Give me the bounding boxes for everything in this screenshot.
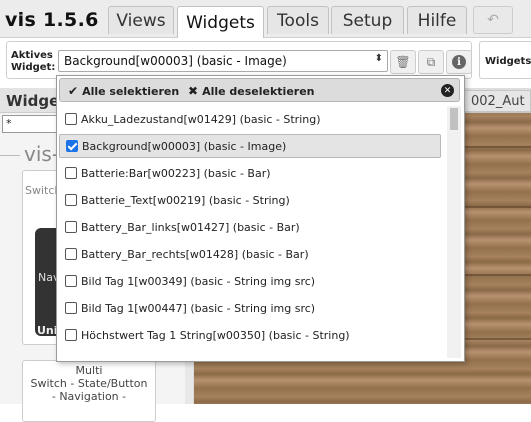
widget-preview-multi[interactable]: Multi Switch - State/Button - Navigation… (22, 360, 156, 422)
dropdown-header: ✔ Alle selektieren ✖ Alle deselektieren … (59, 78, 460, 102)
widget-preview-uni-text: Uni (37, 324, 58, 337)
delete-widget-button[interactable]: 🗑 (390, 50, 416, 74)
active-widget-select[interactable]: Background[w00003] (basic - Image) ⬍ (58, 50, 388, 72)
dropdown-scrollbar[interactable] (447, 106, 461, 358)
section-divider (0, 155, 20, 156)
dropdown-scroll-thumb[interactable] (450, 108, 458, 130)
tab-tools[interactable]: Tools (267, 6, 329, 34)
item-checkbox[interactable] (65, 329, 77, 341)
undo-icon: ↶ (487, 12, 499, 28)
dropdown-item[interactable]: Höchstwert Tag 1 String[w00350] (basic -… (59, 323, 441, 347)
dropdown-item[interactable]: Battery_Bar_links[w01427] (basic - Bar) (59, 215, 441, 239)
item-checkbox[interactable] (66, 140, 78, 152)
widget-preview-title: Multi (75, 364, 103, 377)
info-icon: i (452, 55, 466, 69)
palette-title: Widge (6, 92, 60, 110)
x-icon: ✖ (188, 84, 199, 98)
tab-views[interactable]: Views (108, 6, 174, 34)
top-menu-bar: vis 1.5.6 Views Widgets Tools Setup Hilf… (0, 0, 531, 38)
active-widget-label: Aktives Widget: (11, 50, 56, 73)
tab-widgets[interactable]: Widgets (177, 6, 264, 38)
widget-preview-subtitle: Switch - State/Button (30, 377, 148, 390)
select-arrows-icon: ⬍ (374, 53, 383, 64)
item-label: Akku_Ladezustand[w01429] (basic - String… (81, 112, 321, 126)
copy-widget-button[interactable]: ⧉ (418, 50, 444, 74)
item-checkbox[interactable] (65, 275, 77, 287)
item-checkbox[interactable] (65, 113, 77, 125)
item-label: Höchstwert Tag 1 String[w00350] (basic -… (81, 328, 350, 342)
dropdown-item[interactable]: Batterie:Bar[w00223] (basic - Bar) (59, 161, 441, 185)
dropdown-item[interactable]: Battery_Bar_rechts[w01428] (basic - Bar) (59, 242, 441, 266)
item-checkbox[interactable] (65, 194, 77, 206)
copy-icon: ⧉ (426, 54, 436, 69)
select-all-button[interactable]: ✔ Alle selektieren (68, 84, 179, 98)
widgets-group-box: Widgets (479, 41, 531, 79)
deselect-all-label: Alle deselektieren (202, 84, 315, 98)
widget-info-button[interactable]: i (446, 50, 472, 74)
trash-icon: 🗑 (395, 55, 411, 69)
check-icon: ✔ (68, 84, 79, 98)
active-widget-value: Background[w00003] (basic - Image) (64, 54, 287, 68)
undo-button[interactable]: ↶ (473, 6, 513, 34)
item-label: Background[w00003] (basic - Image) (82, 139, 287, 153)
dropdown-item[interactable]: Background[w00003] (basic - Image) (59, 134, 441, 158)
item-label: Batterie:Bar[w00223] (basic - Bar) (81, 166, 271, 180)
dropdown-item[interactable]: Bild Tag 1[w00349] (basic - String img s… (59, 269, 441, 293)
select-all-label: Alle selektieren (82, 84, 180, 98)
item-label: Bild Tag 1[w00447] (basic - String img s… (81, 301, 316, 315)
dropdown-item[interactable]: Akku_Ladezustand[w01429] (basic - String… (59, 107, 441, 131)
item-label: Battery_Bar_links[w01427] (basic - Bar) (81, 220, 300, 234)
dropdown-list: Akku_Ladezustand[w01429] (basic - String… (59, 106, 445, 358)
deselect-all-button[interactable]: ✖ Alle deselektieren (188, 84, 315, 98)
tab-hilfe[interactable]: Hilfe (407, 6, 467, 34)
dropdown-item[interactable]: Bild Tag 1[w00447] (basic - String img s… (59, 296, 441, 320)
palette-section-title: vis- (24, 142, 60, 166)
widget-multiselect-dropdown: ✔ Alle selektieren ✖ Alle deselektieren … (56, 75, 465, 362)
item-checkbox[interactable] (65, 248, 77, 260)
close-icon[interactable]: ✕ (441, 84, 454, 97)
active-widget-group: Aktives Widget: Background[w00003] (basi… (6, 41, 472, 79)
view-tab[interactable]: 002_Aut (464, 90, 531, 112)
widget-preview-subtitle-2: - Navigation - (51, 390, 127, 403)
app-title: vis 1.5.6 (5, 9, 99, 31)
item-checkbox[interactable] (65, 302, 77, 314)
dropdown-item[interactable]: Batterie_Text[w00219] (basic - String) (59, 188, 441, 212)
item-checkbox[interactable] (65, 167, 77, 179)
tab-setup[interactable]: Setup (331, 6, 404, 34)
item-label: Bild Tag 1[w00349] (basic - String img s… (81, 274, 316, 288)
widgets-group-label: Widgets (485, 56, 531, 67)
item-label: Battery_Bar_rechts[w01428] (basic - Bar) (81, 247, 309, 261)
item-checkbox[interactable] (65, 221, 77, 233)
item-label: Batterie_Text[w00219] (basic - String) (81, 193, 290, 207)
